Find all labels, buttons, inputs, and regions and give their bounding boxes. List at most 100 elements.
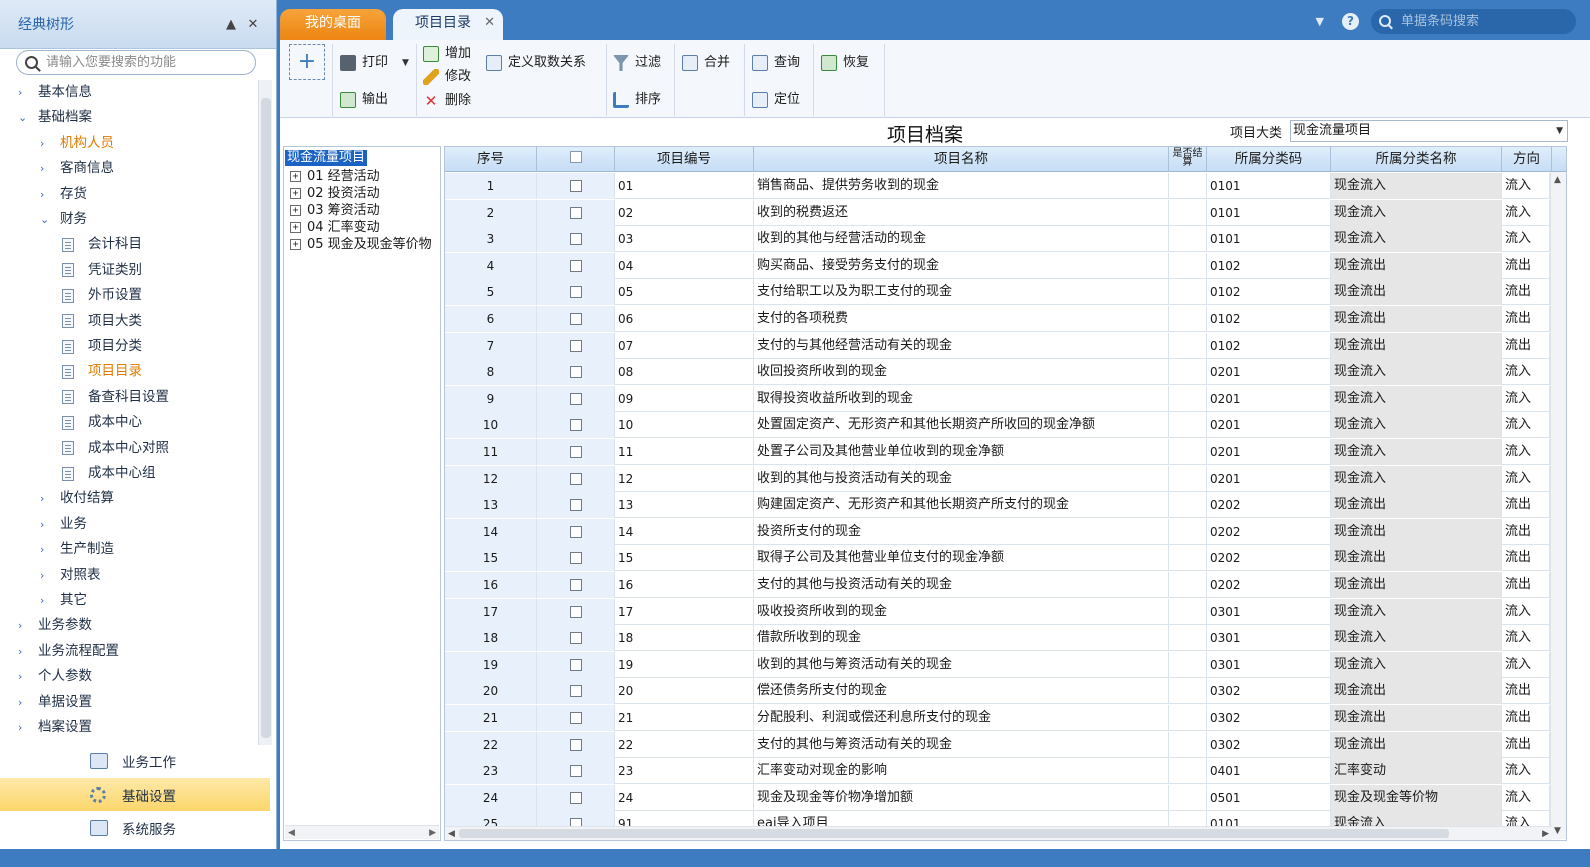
merge-button[interactable]: 合并 xyxy=(682,53,730,73)
row-checkbox[interactable] xyxy=(569,765,582,778)
row-checkbox[interactable] xyxy=(569,658,582,671)
nav-item[interactable]: 外币设置 xyxy=(62,283,142,308)
query-button[interactable]: 查询 xyxy=(752,53,800,73)
table-row[interactable]: 17 17 吸收投资所收到的现金 0301 现金流入 流入 xyxy=(445,598,1566,625)
expand-icon[interactable]: + xyxy=(290,171,301,182)
define-relation-button[interactable]: 定义取数关系 xyxy=(486,53,586,73)
table-row[interactable]: 2 02 收到的税费返还 0101 现金流入 流入 xyxy=(445,199,1566,226)
table-row[interactable]: 4 04 购买商品、接受劳务支付的现金 0102 现金流出 流出 xyxy=(445,252,1566,279)
chevron-right-icon[interactable]: › xyxy=(18,613,32,638)
chevron-right-icon[interactable]: › xyxy=(40,182,54,207)
nav-item[interactable]: 项目大类 xyxy=(62,309,142,334)
row-checkbox[interactable] xyxy=(569,339,582,352)
grid-vertical-scrollbar[interactable]: ▲ ▼ xyxy=(1550,172,1566,839)
table-row[interactable]: 18 18 借款所收到的现金 0301 现金流入 流入 xyxy=(445,625,1566,652)
select-all-checkbox[interactable] xyxy=(569,151,582,163)
row-checkbox[interactable] xyxy=(569,286,582,299)
row-checkbox[interactable] xyxy=(569,180,582,192)
category-select[interactable]: 现金流量项目 ▼ xyxy=(1290,120,1568,142)
chevron-down-icon[interactable]: ▼ xyxy=(1316,15,1324,28)
table-row[interactable]: 12 12 收到的其他与投资活动有关的现金 0201 现金流入 流入 xyxy=(445,465,1566,492)
chevron-right-icon[interactable]: › xyxy=(40,588,54,613)
nav-item[interactable]: › 机构人员 xyxy=(40,131,114,156)
barcode-search-box[interactable] xyxy=(1371,8,1576,34)
table-row[interactable]: 21 21 分配股利、利润或偿还利息所支付的现金 0302 现金流出 流出 xyxy=(445,705,1566,731)
tab-my-desktop[interactable]: 我的桌面 xyxy=(280,9,386,40)
nav-item[interactable]: › 客商信息 xyxy=(40,156,114,181)
function-search-input[interactable] xyxy=(46,55,236,70)
sidebar-scrollbar[interactable] xyxy=(258,80,272,745)
nav-item[interactable]: › 单据设置 xyxy=(18,690,92,715)
category-tree-root[interactable]: 现金流量项目 xyxy=(285,150,368,166)
nav-item[interactable]: › 业务 xyxy=(40,512,87,537)
tab-project-directory[interactable]: 项目目录 ✕ xyxy=(393,9,503,40)
row-checkbox[interactable] xyxy=(569,392,582,405)
table-row[interactable]: 14 14 投资所支付的现金 0202 现金流出 流出 xyxy=(445,518,1566,545)
category-tree-node[interactable]: +05 现金及现金等价物 xyxy=(290,236,432,253)
chevron-right-icon[interactable]: › xyxy=(18,639,32,664)
nav-item[interactable]: › 对照表 xyxy=(40,563,101,588)
chevron-down-icon[interactable]: ⌄ xyxy=(40,207,54,232)
table-row[interactable]: 15 15 取得子公司及其他营业单位支付的现金净额 0202 现金流出 流出 xyxy=(445,545,1566,572)
table-row[interactable]: 6 06 支付的各项税费 0102 现金流出 流出 xyxy=(445,306,1566,332)
table-row[interactable]: 23 23 汇率变动对现金的影响 0401 汇率变动 流入 xyxy=(445,758,1566,785)
col-header-direction[interactable]: 方向 xyxy=(1502,147,1552,172)
category-tree-node[interactable]: +03 筹资活动 xyxy=(290,202,380,219)
tree-horizontal-scrollbar[interactable]: ◀ ▶ xyxy=(285,825,439,839)
function-search-box[interactable] xyxy=(16,50,256,75)
table-row[interactable]: 3 03 收到的其他与经营活动的现金 0101 现金流入 流入 xyxy=(445,226,1566,253)
row-checkbox[interactable] xyxy=(569,632,582,645)
nav-item[interactable]: › 收付结算 xyxy=(40,486,114,511)
delete-button[interactable]: ✕ 删除 xyxy=(423,91,471,111)
col-header-cat-code[interactable]: 所属分类码 xyxy=(1207,147,1331,172)
scroll-right-icon[interactable]: ▶ xyxy=(1542,827,1549,840)
table-row[interactable]: 20 20 偿还债务所支付的现金 0302 现金流出 流出 xyxy=(445,678,1566,705)
close-tab-icon[interactable]: ✕ xyxy=(484,9,495,37)
nav-item[interactable]: › 生产制造 xyxy=(40,537,114,562)
row-checkbox[interactable] xyxy=(569,446,582,458)
scroll-down-icon[interactable]: ▼ xyxy=(1554,826,1561,836)
chevron-right-icon[interactable]: › xyxy=(18,715,32,740)
chevron-right-icon[interactable]: › xyxy=(18,690,32,715)
bottom-tab-business-work[interactable]: 业务工作 xyxy=(0,744,270,777)
row-checkbox[interactable] xyxy=(569,313,582,325)
category-tree-node[interactable]: +01 经营活动 xyxy=(290,168,380,185)
nav-item[interactable]: › 业务参数 xyxy=(18,613,92,638)
table-row[interactable]: 24 24 现金及现金等价物净增加额 0501 现金及现金等价物 流入 xyxy=(445,784,1566,811)
print-button[interactable]: 打印 ▼ xyxy=(340,53,409,73)
nav-item[interactable]: › 业务流程配置 xyxy=(18,639,119,664)
row-checkbox[interactable] xyxy=(569,525,582,538)
table-row[interactable]: 1 01 销售商品、提供劳务收到的现金 0101 现金流入 流入 xyxy=(445,173,1566,199)
nav-item[interactable]: › 存货 xyxy=(40,182,87,207)
filter-button[interactable]: 过滤 xyxy=(613,53,661,73)
row-checkbox[interactable] xyxy=(569,259,582,272)
col-header-code[interactable]: 项目编号 xyxy=(615,147,754,172)
chevron-right-icon[interactable]: › xyxy=(40,131,54,156)
table-row[interactable]: 7 07 支付的与其他经营活动有关的现金 0102 现金流出 流出 xyxy=(445,332,1566,359)
expand-icon[interactable]: + xyxy=(290,188,301,199)
restore-button[interactable]: 恢复 xyxy=(821,53,869,73)
nav-item[interactable]: › 基本信息 xyxy=(18,80,92,105)
chevron-right-icon[interactable]: › xyxy=(18,80,32,105)
chevron-right-icon[interactable]: › xyxy=(40,537,54,562)
nav-item[interactable]: 项目目录 xyxy=(62,359,142,384)
row-checkbox[interactable] xyxy=(569,685,582,698)
col-header-select-all[interactable] xyxy=(537,147,615,172)
table-row[interactable]: 16 16 支付的其他与投资活动有关的现金 0202 现金流出 流出 xyxy=(445,572,1566,598)
table-row[interactable]: 10 10 处置固定资产、无形资产和其他长期资产所收回的现金净额 0201 现金流入 流入 xyxy=(445,412,1566,439)
edit-button[interactable]: 修改 xyxy=(423,67,471,87)
row-checkbox[interactable] xyxy=(569,712,582,724)
export-button[interactable]: 输出 xyxy=(340,90,388,110)
nav-item[interactable]: 成本中心对照 xyxy=(62,436,169,461)
chevron-right-icon[interactable]: › xyxy=(40,156,54,181)
bottom-tab-basic-settings[interactable]: 基础设置 xyxy=(0,778,270,811)
nav-item[interactable]: › 个人参数 xyxy=(18,664,92,689)
bottom-tab-system-service[interactable]: 系统服务 xyxy=(0,811,270,844)
nav-item[interactable]: 凭证类别 xyxy=(62,258,142,283)
scroll-left-icon[interactable]: ◀ xyxy=(288,826,295,840)
scroll-right-icon[interactable]: ▶ xyxy=(429,826,436,840)
chevron-right-icon[interactable]: › xyxy=(40,486,54,511)
expand-icon[interactable]: + xyxy=(290,222,301,233)
sort-button[interactable]: 排序 xyxy=(613,90,661,110)
row-checkbox[interactable] xyxy=(569,206,582,219)
